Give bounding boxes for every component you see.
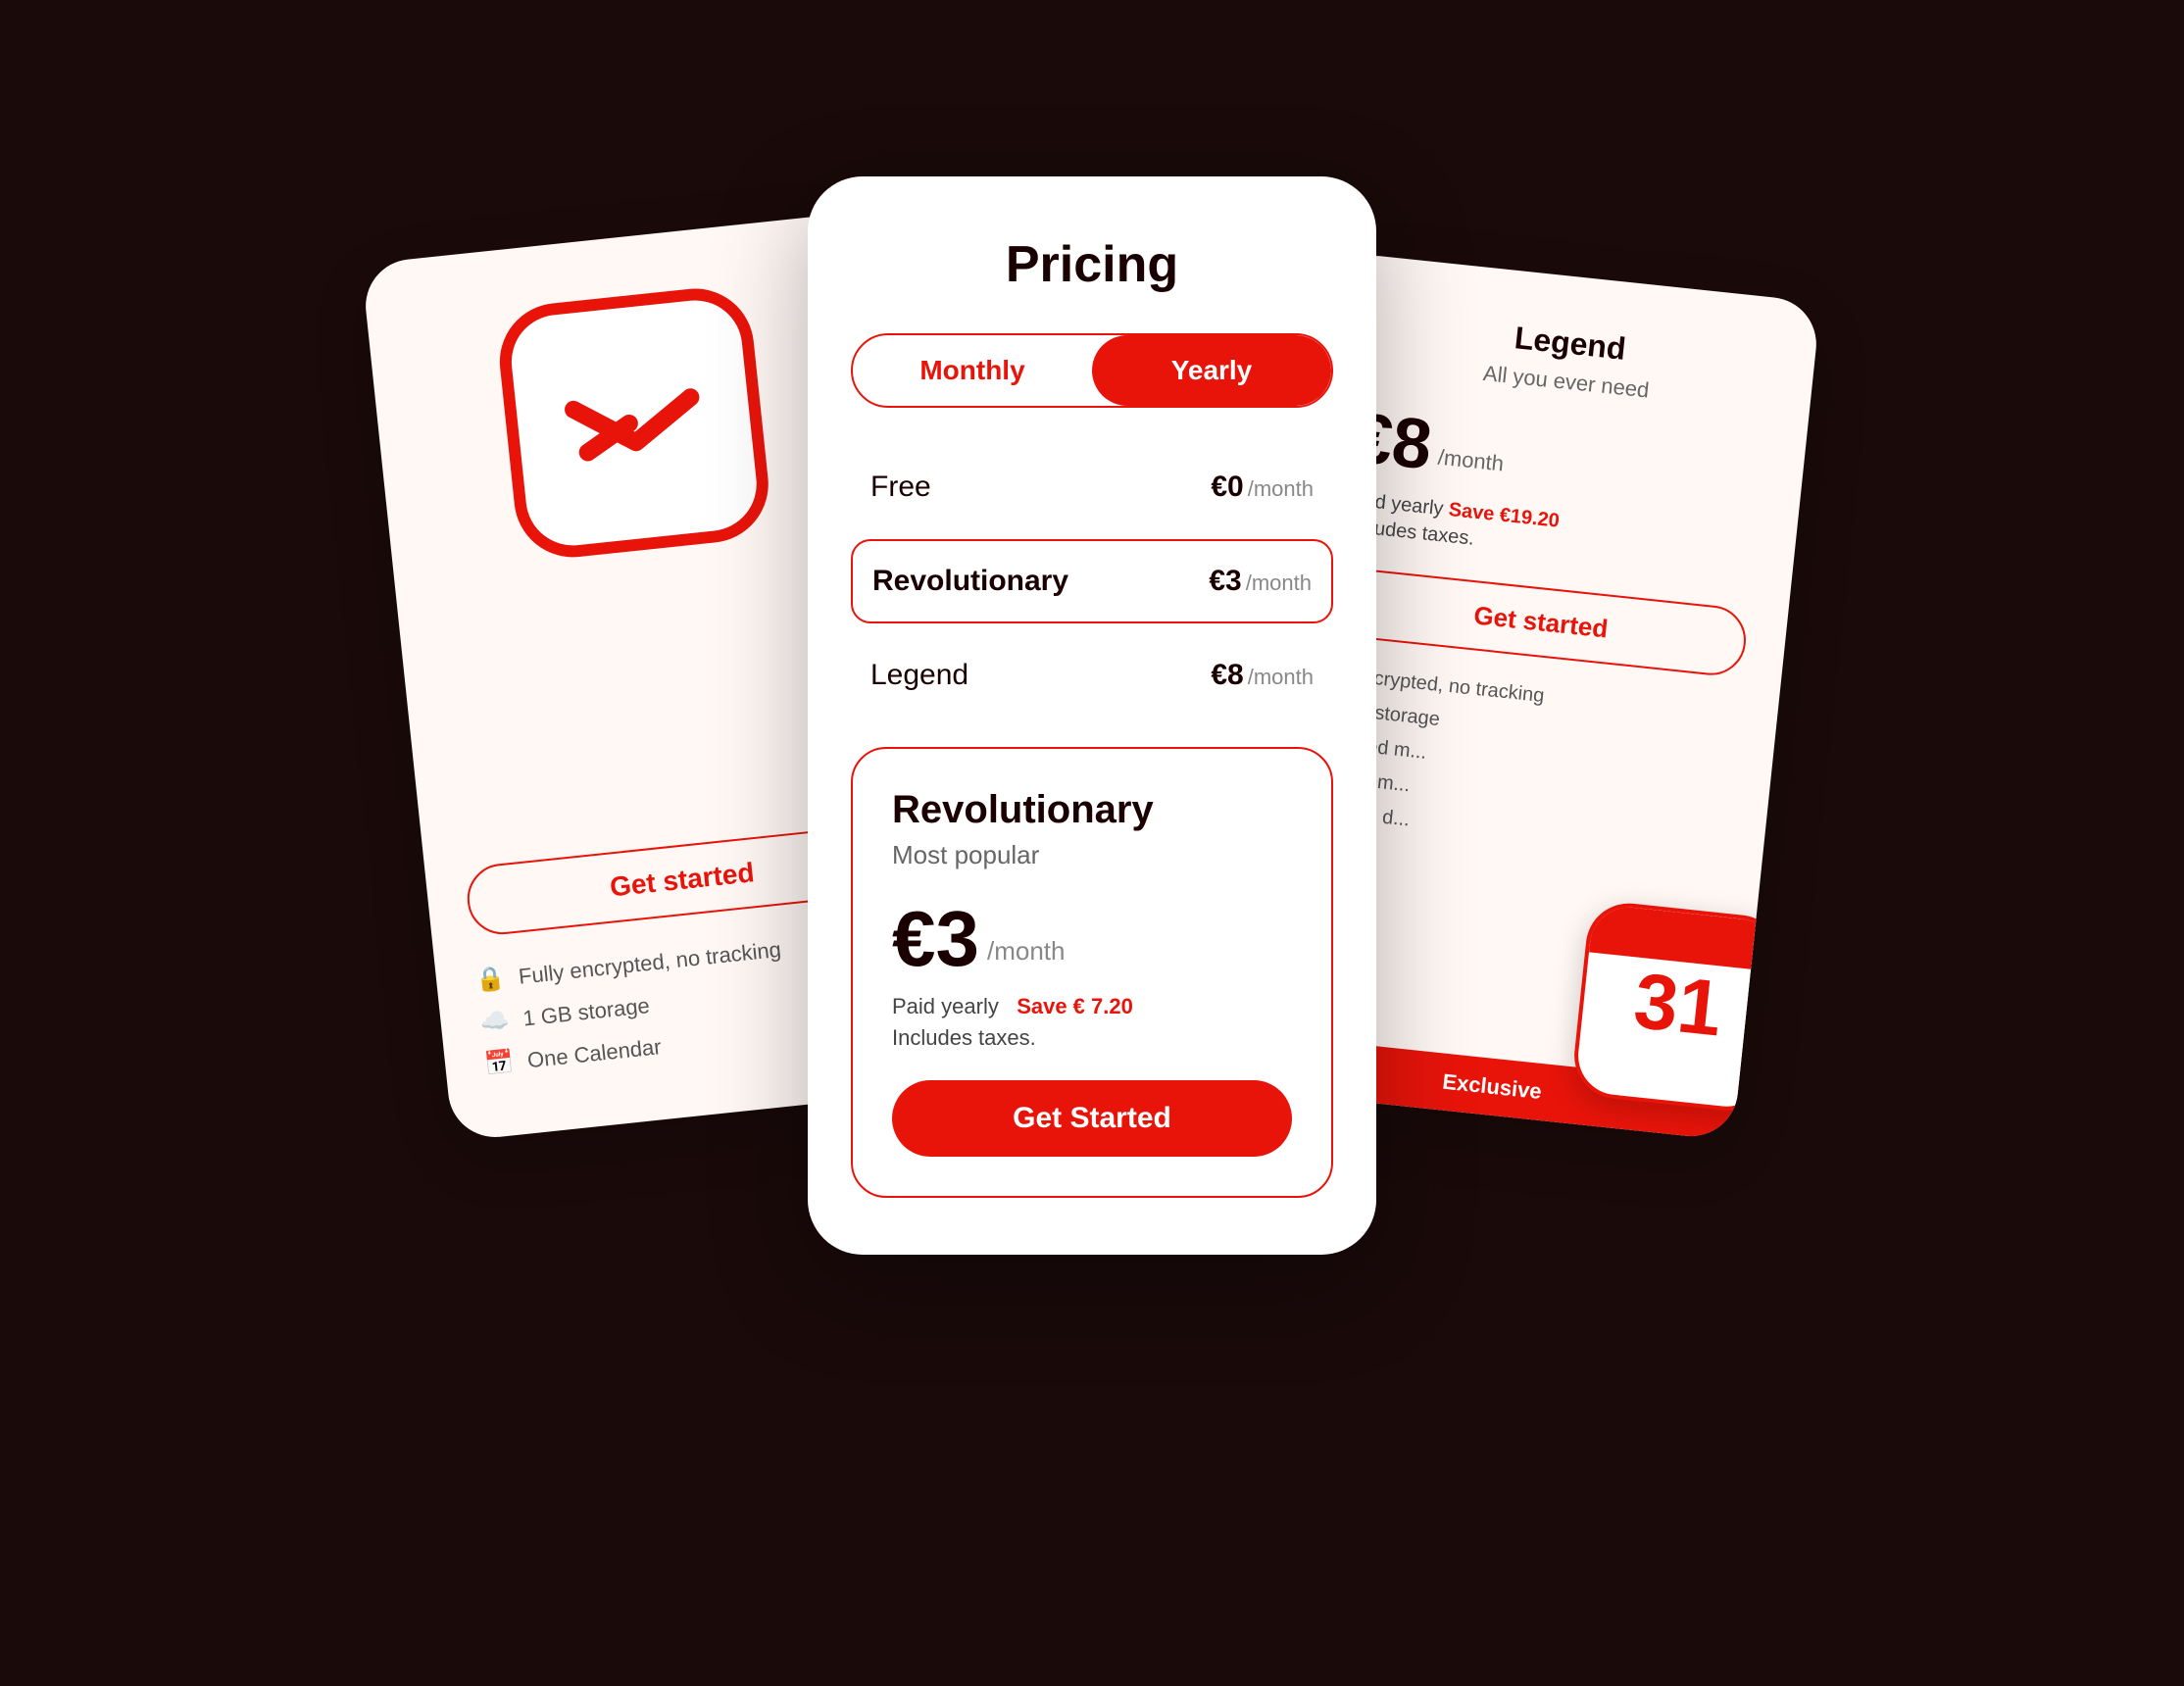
featured-price-row: €3 /month [892,900,1292,978]
featured-plan-title: Revolutionary [892,788,1292,832]
calendar-day-number: 31 [1630,962,1725,1049]
free-plan-row[interactable]: Free €0 /month [851,447,1333,527]
pricing-title: Pricing [851,235,1333,294]
free-price-amount: €0 [1211,471,1243,504]
right-feature-list: lly encrypted, no tracking 0 GB storage … [1313,663,1739,865]
free-plan-price: €0 /month [1211,471,1314,504]
featured-plan-detail: Revolutionary Most popular €3 /month Pai… [851,747,1333,1198]
cloud-icon: ☁️ [478,1006,511,1037]
calendar-icon: 📅 [483,1048,516,1079]
revolutionary-plan-row[interactable]: Revolutionary €3 /month [851,539,1333,623]
featured-plan-tagline: Most popular [892,840,1292,870]
calendar-icon-container: 31 [1570,899,1786,1115]
revolutionary-plan-price: €3 /month [1209,565,1312,598]
lock-icon: 🔒 [474,964,507,995]
featured-get-started-button[interactable]: Get Started [892,1080,1292,1157]
legend-plan-price: €8 /month [1211,659,1314,692]
free-price-period: /month [1248,476,1314,502]
free-plan-name: Free [870,471,931,504]
yearly-toggle[interactable]: Yearly [1092,335,1331,406]
featured-save-text: Save € 7.20 [1017,994,1133,1018]
featured-price-period: /month [987,936,1066,967]
featured-billing-note: Paid yearly Save € 7.20 [892,994,1292,1019]
legend-price-period: /month [1248,665,1314,690]
legend-plan-row[interactable]: Legend €8 /month [851,635,1333,716]
email-checkmark-icon [550,356,719,489]
monthly-toggle[interactable]: Monthly [853,335,1092,406]
featured-tax-note: Includes taxes. [892,1025,1292,1051]
revolutionary-plan-name: Revolutionary [872,565,1068,598]
legend-price-amount: €8 [1211,659,1243,692]
scene: Get started 🔒 Fully encrypted, no tracki… [406,157,1778,1529]
right-get-started-button[interactable]: Get started [1332,567,1749,679]
revolutionary-price-amount: €3 [1209,565,1241,598]
right-price-period: /month [1437,445,1506,477]
pricing-card: Pricing Monthly Yearly Free €0 /month Re… [808,176,1376,1255]
email-icon-container [494,283,774,564]
featured-price-amount: €3 [892,900,979,978]
billing-toggle[interactable]: Monthly Yearly [851,333,1333,408]
revolutionary-price-period: /month [1246,570,1312,596]
legend-plan-name: Legend [870,659,968,692]
